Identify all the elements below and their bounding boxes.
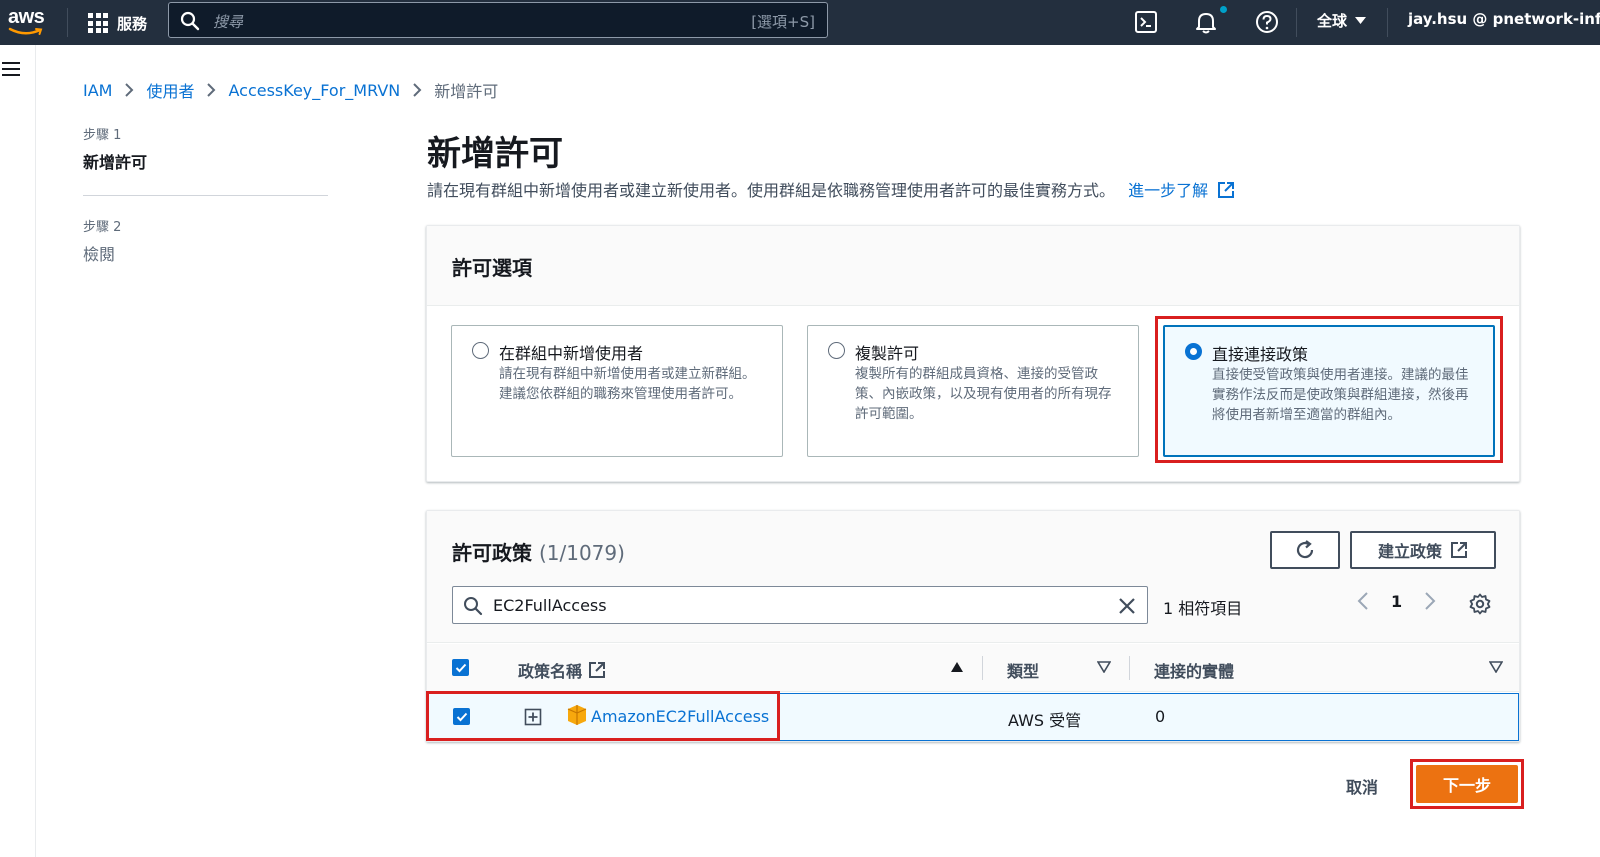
breadcrumb-iam[interactable]: IAM <box>83 81 112 100</box>
policies-table-header: 政策名稱 類型 連接的實體 <box>427 644 1519 692</box>
topbar-divider <box>1387 8 1388 37</box>
option-add-to-group[interactable]: 在群組中新增使用者 請在現有群組中新增使用者或建立新群組。建議您依群組的職務來管… <box>451 325 783 457</box>
notification-indicator <box>1220 6 1227 13</box>
side-navigation-rail <box>0 45 36 857</box>
breadcrumb-user-name[interactable]: AccessKey_For_MRVN <box>228 81 400 100</box>
permission-options-title: 許可選項 <box>452 256 532 280</box>
chevron-right-icon <box>124 82 134 98</box>
column-policy-name-label: 政策名稱 <box>518 662 583 681</box>
external-link-icon <box>1451 542 1467 558</box>
sort-descending-icon[interactable] <box>1097 661 1111 673</box>
policies-count: (1/1079) <box>538 541 625 565</box>
breadcrumb: IAM 使用者 AccessKey_For_MRVN 新增許可 <box>83 78 498 102</box>
column-header-attached-entities[interactable]: 連接的實體 <box>1154 658 1234 682</box>
learn-more-label: 進一步了解 <box>1128 181 1209 200</box>
help-icon[interactable] <box>1254 9 1280 35</box>
option-copy-permissions[interactable]: 複製許可 複製所有的群組成員資格、連接的受管政策、內嵌政策，以及現有使用者的所有… <box>807 325 1139 457</box>
permission-options-header: 許可選項 <box>427 226 1519 306</box>
search-shortcut-hint: [選項+S] <box>751 13 815 31</box>
option-copy-permissions-radio[interactable] <box>828 342 845 359</box>
option-title: 複製許可 <box>855 344 920 363</box>
page-description-text: 請在現有群組中新增使用者或建立新使用者。使用群組是依職務管理使用者許可的最佳實務… <box>427 181 1116 200</box>
learn-more-link[interactable]: 進一步了解 <box>1128 181 1235 200</box>
highlight-box-selected-policy <box>426 691 780 741</box>
checkmark-icon <box>455 663 466 672</box>
column-divider <box>1129 656 1130 680</box>
step-divider <box>83 195 328 196</box>
refresh-icon <box>1296 540 1314 559</box>
topbar-divider <box>1296 8 1297 37</box>
caret-down-icon <box>1355 16 1367 24</box>
column-header-type[interactable]: 類型 <box>1007 658 1039 682</box>
option-description: 複製所有的群組成員資格、連接的受管政策、內嵌政策，以及現有使用者的所有現存許可範… <box>855 366 1112 422</box>
grid-icon <box>88 13 108 33</box>
refresh-button[interactable] <box>1270 531 1340 569</box>
breadcrumb-users[interactable]: 使用者 <box>146 78 194 102</box>
clear-filter-icon[interactable] <box>1117 596 1137 616</box>
aws-logo[interactable]: aws <box>8 6 48 38</box>
option-title: 在群組中新增使用者 <box>499 344 644 363</box>
current-page-number[interactable]: 1 <box>1391 592 1402 611</box>
select-all-checkbox[interactable] <box>452 659 469 676</box>
services-menu-button[interactable]: 服務 <box>88 11 147 35</box>
aws-smile-icon <box>8 27 43 35</box>
column-header-policy-name[interactable]: 政策名稱 <box>518 658 606 682</box>
policy-filter-value: EC2FullAccess <box>493 596 607 615</box>
services-label: 服務 <box>117 14 148 33</box>
policies-title-text: 許可政策 <box>452 541 532 565</box>
top-navigation-bar: aws 服務 搜尋 [選項+S] 全球 jay.hsu @ pnetwork-i… <box>0 0 1600 45</box>
column-attached-label: 連接的實體 <box>1154 662 1235 681</box>
search-icon <box>180 11 200 31</box>
notifications-bell-icon[interactable] <box>1193 9 1219 35</box>
highlight-box-selected-option <box>1155 316 1503 463</box>
option-add-to-group-radio[interactable] <box>472 342 489 359</box>
sort-descending-icon[interactable] <box>1489 661 1503 673</box>
page-description: 請在現有群組中新增使用者或建立新使用者。使用群組是依職務管理使用者許可的最佳實務… <box>427 177 1235 201</box>
external-link-icon <box>589 662 606 678</box>
chevron-right-icon <box>412 82 422 98</box>
column-type-label: 類型 <box>1007 662 1040 681</box>
next-button[interactable]: 下一步 <box>1416 765 1518 803</box>
chevron-right-icon <box>206 82 216 98</box>
sort-ascending-icon[interactable] <box>950 661 964 673</box>
pagination: 1 <box>1357 591 1436 611</box>
global-search-input[interactable]: 搜尋 [選項+S] <box>168 2 828 38</box>
policy-filter-input[interactable]: EC2FullAccess <box>452 586 1148 624</box>
account-menu[interactable]: jay.hsu @ pnetwork-infr <box>1408 10 1600 28</box>
search-icon <box>464 597 483 616</box>
policies-header: 許可政策 (1/1079) 建立政策 EC2FullAccess 1 相符項目 … <box>427 511 1519 643</box>
hamburger-menu-icon[interactable] <box>2 62 20 76</box>
region-label: 全球 <box>1317 12 1348 30</box>
create-policy-button[interactable]: 建立政策 <box>1350 531 1496 569</box>
previous-page-icon[interactable] <box>1357 591 1369 611</box>
policy-attached-count: 0 <box>1155 707 1166 726</box>
create-policy-label: 建立政策 <box>1377 542 1442 561</box>
step-2-link[interactable]: 檢閱 <box>83 241 328 265</box>
wizard-steps: 步驟 1 新增許可 步驟 2 檢閱 <box>83 124 328 265</box>
column-divider <box>982 656 983 680</box>
aws-logo-text: aws <box>8 6 45 28</box>
search-placeholder: 搜尋 <box>213 13 244 31</box>
external-link-icon <box>1218 182 1235 198</box>
region-selector[interactable]: 全球 <box>1317 10 1367 31</box>
policies-title: 許可政策 (1/1079) <box>452 537 625 566</box>
cancel-button[interactable]: 取消 <box>1346 774 1378 798</box>
step-1-label: 步驟 1 <box>83 128 122 143</box>
topbar-divider <box>67 8 68 37</box>
next-page-icon[interactable] <box>1424 591 1436 611</box>
step-1-title: 新增許可 <box>83 153 148 172</box>
page-title: 新增許可 <box>427 134 563 174</box>
cloudshell-icon[interactable] <box>1133 9 1159 35</box>
option-description: 請在現有群組中新增使用者或建立新群組。建議您依群組的職務來管理使用者許可。 <box>499 366 756 402</box>
gear-icon[interactable] <box>1469 593 1491 615</box>
match-count: 1 相符項目 <box>1163 599 1243 618</box>
breadcrumb-current: 新增許可 <box>434 82 499 101</box>
step-2-label: 步驟 2 <box>83 220 122 235</box>
policy-type: AWS 受管 <box>1008 711 1082 730</box>
